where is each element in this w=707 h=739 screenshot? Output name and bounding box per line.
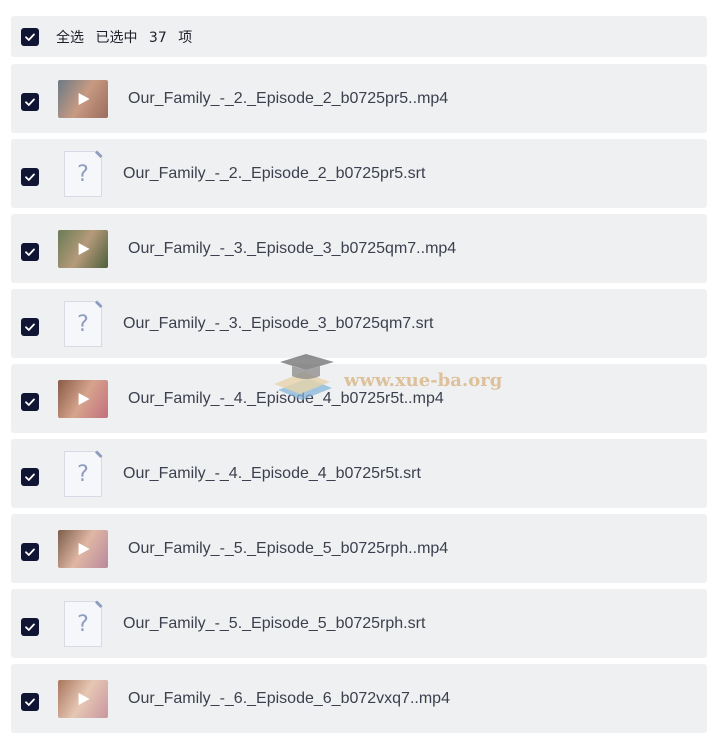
checkmark-icon [25,548,35,556]
file-name[interactable]: Our_Family_-_3._Episode_3_b0725qm7.srt [123,315,433,333]
checkmark-icon [25,323,35,331]
play-icon [78,242,90,255]
file-checkbox[interactable] [21,167,39,186]
file-checkbox[interactable] [21,242,39,261]
file-name[interactable]: Our_Family_-_5._Episode_5_b0725rph..mp4 [128,540,448,558]
file-name[interactable]: Our_Family_-_5._Episode_5_b0725rph.srt [123,615,425,633]
video-thumbnail[interactable] [58,529,108,568]
file-checkbox[interactable] [21,392,39,411]
file-checkbox[interactable] [21,467,39,486]
file-row[interactable]: Our_Family_-_6._Episode_6_b072vxq7..mp4 [11,664,707,733]
file-row[interactable]: ? Our_Family_-_3._Episode_3_b0725qm7.srt [11,289,707,358]
play-icon [78,392,90,405]
select-all-checkbox[interactable] [21,27,39,46]
file-checkbox[interactable] [21,617,39,636]
file-list-panel: 全选 已选中 37 项 Our_Family_-_2._Episode_2_b0… [11,16,707,739]
checkmark-icon [25,33,35,41]
file-checkbox[interactable] [21,92,39,111]
svg-text:?: ? [77,462,89,487]
svg-text:?: ? [77,312,89,337]
video-thumbnail[interactable] [58,229,108,268]
video-thumbnail[interactable] [58,379,108,418]
file-checkbox[interactable] [21,542,39,561]
file-row[interactable]: Our_Family_-_4._Episode_4_b0725r5t..mp4 [11,364,707,433]
file-name[interactable]: Our_Family_-_6._Episode_6_b072vxq7..mp4 [128,690,450,708]
file-row[interactable]: Our_Family_-_3._Episode_3_b0725qm7..mp4 [11,214,707,283]
file-list: Our_Family_-_2._Episode_2_b0725pr5..mp4?… [11,64,707,733]
file-row[interactable]: Our_Family_-_5._Episode_5_b0725rph..mp4 [11,514,707,583]
file-row[interactable]: Our_Family_-_2._Episode_2_b0725pr5..mp4 [11,64,707,133]
file-row[interactable]: ? Our_Family_-_2._Episode_2_b0725pr5.srt [11,139,707,208]
unit-label: 项 [178,29,193,46]
checkmark-icon [25,623,35,631]
selected-label: 已选中 [95,29,138,46]
selected-count: 37 [148,29,167,46]
play-icon [78,692,90,705]
unknown-file-icon: ? [63,449,103,498]
video-thumbnail[interactable] [58,679,108,718]
video-thumbnail[interactable] [58,79,108,118]
svg-text:?: ? [77,612,89,637]
selection-summary: 全选 已选中 37 项 [56,27,199,47]
select-all-bar: 全选 已选中 37 项 [11,16,707,57]
checkmark-icon [25,173,35,181]
checkmark-icon [25,98,35,106]
file-name[interactable]: Our_Family_-_3._Episode_3_b0725qm7..mp4 [128,240,456,258]
select-all-label[interactable]: 全选 [56,30,84,46]
unknown-file-icon: ? [63,599,103,648]
file-row[interactable]: ? Our_Family_-_4._Episode_4_b0725r5t.srt [11,439,707,508]
play-icon [78,542,90,555]
file-checkbox[interactable] [21,317,39,336]
checkmark-icon [25,698,35,706]
play-icon [78,92,90,105]
checkmark-icon [25,398,35,406]
file-name[interactable]: Our_Family_-_4._Episode_4_b0725r5t.srt [123,465,421,483]
file-name[interactable]: Our_Family_-_4._Episode_4_b0725r5t..mp4 [128,390,444,408]
file-name[interactable]: Our_Family_-_2._Episode_2_b0725pr5..mp4 [128,90,448,108]
svg-text:?: ? [77,162,89,187]
file-row[interactable]: ? Our_Family_-_5._Episode_5_b0725rph.srt [11,589,707,658]
file-name[interactable]: Our_Family_-_2._Episode_2_b0725pr5.srt [123,165,425,183]
unknown-file-icon: ? [63,299,103,348]
unknown-file-icon: ? [63,149,103,198]
checkmark-icon [25,248,35,256]
checkmark-icon [25,473,35,481]
file-checkbox[interactable] [21,692,39,711]
